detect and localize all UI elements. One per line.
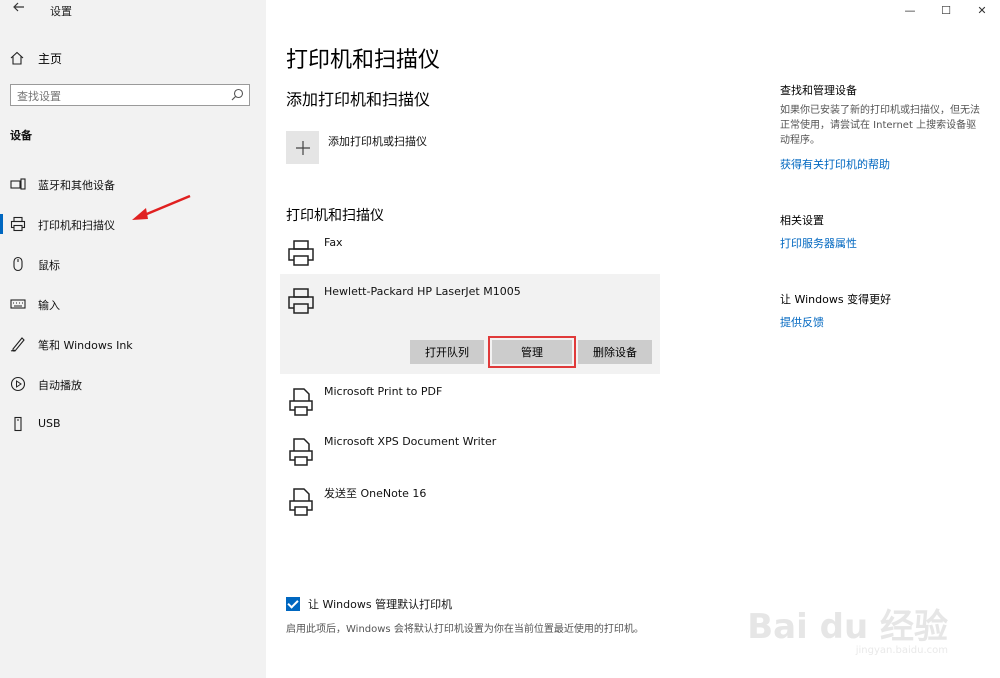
sidebar-item-label: USB (38, 417, 61, 430)
app-title: 设置 (50, 5, 72, 18)
plus-icon (295, 140, 310, 155)
sidebar-item-label: 输入 (38, 299, 60, 312)
close-button[interactable]: ✕ (964, 0, 1000, 20)
add-printer-button[interactable] (286, 131, 319, 164)
related-settings-title: 相关设置 (780, 214, 824, 227)
maximize-button[interactable]: ☐ (928, 0, 964, 20)
printer-item-onenote[interactable]: 发送至 OneNote 16 (280, 481, 660, 529)
sidebar-item-label: 自动播放 (38, 379, 82, 392)
improve-windows-title: 让 Windows 变得更好 (780, 293, 892, 306)
search-icon[interactable] (231, 88, 244, 101)
usb-icon (14, 416, 22, 432)
devices-icon (10, 178, 26, 190)
home-label: 主页 (38, 51, 63, 66)
find-devices-title: 查找和管理设备 (780, 84, 857, 97)
baidu-watermark-url: jingyan.baidu.com (855, 645, 948, 656)
sidebar-item-label: 蓝牙和其他设备 (38, 179, 115, 192)
sidebar-item-autoplay[interactable]: 自动播放 (0, 370, 266, 398)
default-printer-label: 让 Windows 管理默认打印机 (308, 598, 453, 611)
sidebar: 设置 主页 设备 蓝牙和其他设备 打印机和扫描仪 鼠标 输入 笔和 Window… (0, 0, 266, 678)
window-controls: — ☐ ✕ (892, 0, 1000, 20)
printer-icon (288, 240, 314, 266)
default-printer-checkbox[interactable] (286, 597, 300, 611)
printer-name: Fax (324, 236, 343, 249)
minimize-button[interactable]: — (892, 0, 928, 20)
printer-item-hp-laserjet[interactable]: Hewlett-Packard HP LaserJet M1005 打开队列 管… (280, 274, 660, 374)
remove-device-button[interactable]: 删除设备 (578, 340, 652, 364)
printer-name: Microsoft XPS Document Writer (324, 435, 497, 448)
sidebar-item-pen[interactable]: 笔和 Windows Ink (0, 330, 266, 358)
default-printer-setting[interactable]: 让 Windows 管理默认打印机 (286, 596, 452, 612)
mouse-icon (13, 256, 23, 272)
printer-name: Hewlett-Packard HP LaserJet M1005 (324, 285, 521, 298)
autoplay-icon (10, 376, 26, 392)
baidu-watermark: Bai du 经验 (747, 607, 948, 647)
printer-document-icon (289, 488, 313, 516)
sidebar-item-mouse[interactable]: 鼠标 (0, 250, 266, 278)
printer-item-xps[interactable]: Microsoft XPS Document Writer (280, 431, 660, 479)
add-printer-label[interactable]: 添加打印机或扫描仪 (328, 133, 427, 149)
open-queue-button[interactable]: 打开队列 (410, 340, 484, 364)
printer-document-icon (289, 388, 313, 416)
printer-item-fax[interactable]: Fax (280, 232, 660, 280)
sidebar-item-label: 笔和 Windows Ink (38, 339, 133, 352)
back-arrow-icon (13, 2, 24, 12)
red-arrow-annotation (132, 194, 191, 220)
printer-name: 发送至 OneNote 16 (324, 487, 427, 500)
printer-document-icon (289, 438, 313, 466)
search-input[interactable] (11, 86, 227, 107)
title-bar: 设置 (0, 0, 266, 20)
main-content: — ☐ ✕ 打印机和扫描仪 添加打印机和扫描仪 添加打印机或扫描仪 打印机和扫描… (266, 0, 1000, 678)
page-title: 打印机和扫描仪 (286, 48, 441, 73)
printer-name: Microsoft Print to PDF (324, 385, 443, 398)
manage-button[interactable]: 管理 (492, 340, 572, 364)
pen-icon (10, 337, 25, 352)
search-box[interactable] (10, 84, 250, 107)
home-nav-item[interactable]: 主页 (10, 49, 62, 67)
default-printer-description: 启用此项后，Windows 会将默认打印机设置为你在当前位置最近使用的打印机。 (286, 624, 644, 635)
section-label-devices: 设备 (10, 129, 32, 142)
sidebar-item-usb[interactable]: USB (0, 410, 266, 438)
find-devices-text: 如果你已安装了新的打印机或扫描仪，但无法正常使用，请尝试在 Internet 上… (780, 105, 980, 146)
printer-icon (10, 216, 26, 232)
sidebar-item-label: 打印机和扫描仪 (38, 219, 115, 232)
add-section-title: 添加打印机和扫描仪 (286, 90, 431, 109)
back-button[interactable] (10, 1, 28, 19)
keyboard-icon (10, 299, 26, 309)
sidebar-item-typing[interactable]: 输入 (0, 290, 266, 318)
printer-item-pdf[interactable]: Microsoft Print to PDF (280, 381, 660, 429)
printer-help-link[interactable]: 获得有关打印机的帮助 (780, 156, 890, 172)
home-icon (10, 51, 24, 65)
print-server-properties-link[interactable]: 打印服务器属性 (780, 235, 857, 251)
printers-section-title: 打印机和扫描仪 (286, 208, 384, 224)
feedback-link[interactable]: 提供反馈 (780, 314, 824, 330)
printer-icon (288, 288, 314, 314)
sidebar-item-label: 鼠标 (38, 259, 60, 272)
